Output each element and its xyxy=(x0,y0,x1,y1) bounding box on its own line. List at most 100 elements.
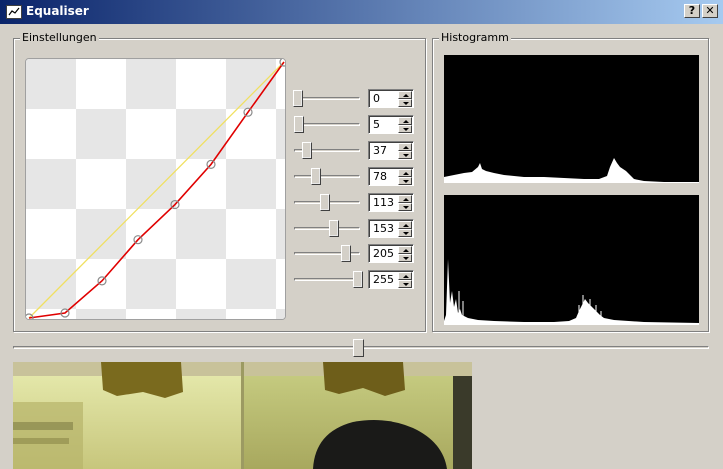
histogram-output xyxy=(444,55,699,183)
spin-up-button[interactable] xyxy=(398,220,412,229)
spin-up-button[interactable] xyxy=(398,168,412,177)
checker-cell xyxy=(276,259,285,309)
level-spinbox-value[interactable]: 113 xyxy=(373,196,394,209)
level-spinbox-value[interactable]: 153 xyxy=(373,222,394,235)
spin-down-button[interactable] xyxy=(398,228,412,237)
level-slider-row: 0 xyxy=(292,89,416,109)
level-slider-track[interactable] xyxy=(294,174,360,178)
level-slider-row: 37 xyxy=(292,140,416,161)
checker-cell xyxy=(76,59,126,109)
spin-up-button[interactable] xyxy=(398,91,412,99)
level-spinbox[interactable]: 113 xyxy=(368,192,414,212)
spin-down-button[interactable] xyxy=(398,202,412,211)
level-spinbox[interactable]: 255 xyxy=(368,270,414,290)
level-slider-row: 113 xyxy=(292,192,416,213)
level-slider-thumb[interactable] xyxy=(353,271,363,289)
checker-cell xyxy=(276,309,285,319)
preview-image xyxy=(13,362,472,469)
checker-cell xyxy=(176,159,226,209)
checker-cell xyxy=(126,209,176,259)
spin-up-button[interactable] xyxy=(398,246,412,255)
checker-cell xyxy=(76,159,126,209)
level-spinbox[interactable]: 205 xyxy=(368,244,414,264)
settings-group-label: Einstellungen xyxy=(20,31,99,44)
level-spinbox[interactable]: 37 xyxy=(368,140,414,160)
level-slider-thumb[interactable] xyxy=(329,219,339,237)
checker-cell xyxy=(26,59,76,109)
level-spinbox[interactable]: 78 xyxy=(368,166,414,186)
checker-cell xyxy=(26,209,76,259)
level-slider-thumb[interactable] xyxy=(293,90,303,107)
curve-editor[interactable] xyxy=(25,58,286,320)
checker-cell xyxy=(76,309,126,319)
spin-down-button[interactable] xyxy=(398,150,412,159)
level-spinbox-value[interactable]: 37 xyxy=(373,144,387,157)
level-slider-thumb[interactable] xyxy=(319,193,330,211)
level-slider-track[interactable] xyxy=(294,278,360,282)
histogram-output-shape xyxy=(444,158,699,183)
spin-down-button[interactable] xyxy=(398,254,412,263)
level-slider-row: 255 xyxy=(292,270,416,290)
app-icon xyxy=(6,5,22,19)
checker-cell xyxy=(226,259,276,309)
checker-cell xyxy=(176,309,226,319)
checker-cell xyxy=(276,159,285,209)
level-spinbox-value[interactable]: 0 xyxy=(373,92,380,105)
spin-up-button[interactable] xyxy=(398,116,412,125)
checker-cell xyxy=(26,159,76,209)
checker-cell xyxy=(276,209,285,259)
spin-down-button[interactable] xyxy=(398,99,412,107)
title-bar[interactable]: Equaliser ? ✕ xyxy=(0,0,723,24)
preview-split-slider-thumb[interactable] xyxy=(353,339,364,357)
level-spinbox-value[interactable]: 205 xyxy=(373,247,394,260)
window-title: Equaliser xyxy=(26,4,89,18)
checker-cell xyxy=(26,259,76,309)
checker-cell xyxy=(226,159,276,209)
checker-cell xyxy=(226,309,276,319)
level-slider-row: 5 xyxy=(292,114,416,135)
histogram-input-shape xyxy=(444,259,699,325)
checker-cell xyxy=(276,109,285,159)
level-spinbox[interactable]: 153 xyxy=(368,218,414,238)
histogram-group-label: Histogramm xyxy=(439,31,511,44)
close-button[interactable]: ✕ xyxy=(702,4,718,18)
checker-cell xyxy=(76,209,126,259)
spin-up-button[interactable] xyxy=(398,142,412,151)
level-spinbox-value[interactable]: 255 xyxy=(373,273,394,286)
level-slider-thumb[interactable] xyxy=(301,141,312,159)
level-spinbox-value[interactable]: 78 xyxy=(373,170,387,183)
checker-cell xyxy=(126,159,176,209)
level-spinbox-value[interactable]: 5 xyxy=(373,118,380,131)
spin-down-button[interactable] xyxy=(398,176,412,185)
spin-down-button[interactable] xyxy=(398,124,412,133)
help-button[interactable]: ? xyxy=(684,4,700,18)
histogram-input xyxy=(444,195,699,325)
curve-canvas[interactable] xyxy=(26,59,286,320)
checker-cell xyxy=(126,59,176,109)
spin-up-button[interactable] xyxy=(398,272,412,281)
checker-cell xyxy=(176,59,226,109)
checker-cell xyxy=(76,109,126,159)
checker-cell xyxy=(126,259,176,309)
level-slider-row: 205 xyxy=(292,244,416,264)
checker-cell xyxy=(176,209,226,259)
level-slider-thumb[interactable] xyxy=(341,245,352,263)
level-slider-row: 78 xyxy=(292,166,416,187)
spin-down-button[interactable] xyxy=(398,280,412,289)
checker-cell xyxy=(176,259,226,309)
checker-cell xyxy=(226,209,276,259)
checker-cell xyxy=(26,109,76,159)
level-slider-track[interactable] xyxy=(294,226,360,230)
checker-cell xyxy=(176,109,226,159)
level-slider-thumb[interactable] xyxy=(311,167,322,185)
spin-up-button[interactable] xyxy=(398,194,412,203)
level-spinbox[interactable]: 0 xyxy=(368,89,414,108)
level-slider-track[interactable] xyxy=(294,97,360,100)
level-spinbox[interactable]: 5 xyxy=(368,114,414,134)
checker-cell xyxy=(126,309,176,319)
checker-cell xyxy=(126,109,176,159)
level-slider-thumb[interactable] xyxy=(294,115,305,133)
checker-background xyxy=(26,59,285,319)
checker-cell xyxy=(76,259,126,309)
level-slider-row: 153 xyxy=(292,218,416,239)
